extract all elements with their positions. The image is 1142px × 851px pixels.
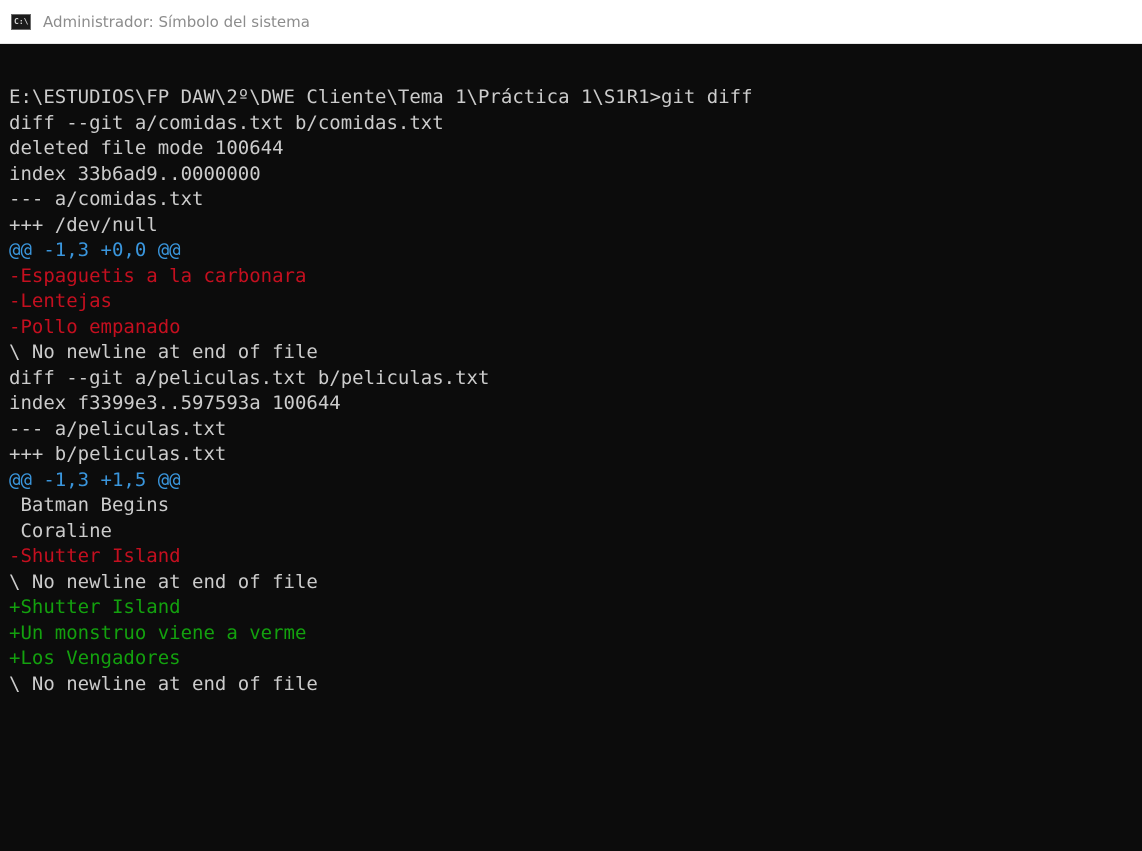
console-line: E:\ESTUDIOS\FP DAW\2º\DWE Cliente\Tema 1… <box>9 86 753 108</box>
console-line: -Pollo empanado <box>9 315 181 338</box>
cmd-window: C:\. Administrador: Símbolo del sistema … <box>0 0 1142 851</box>
console-line: @@ -1,3 +0,0 @@ <box>9 239 181 261</box>
console-line: -Shutter Island <box>9 545 181 567</box>
console-line: --- a/peliculas.txt <box>9 417 227 440</box>
console-line: Coraline <box>9 519 112 542</box>
console-line: diff --git a/comidas.txt b/comidas.txt <box>9 111 444 134</box>
console-line: index f3399e3..597593a 100644 <box>9 392 341 414</box>
console-line: deleted file mode 100644 <box>9 137 284 159</box>
window-title: Administrador: Símbolo del sistema <box>43 12 310 31</box>
cmd-icon[interactable]: C:\. <box>11 13 31 30</box>
console-line: Batman Begins <box>9 494 170 516</box>
console-line: \ No newline at end of file <box>9 570 318 593</box>
console-line: --- a/comidas.txt <box>9 188 204 210</box>
console-line: -Espaguetis a la carbonara <box>9 264 307 287</box>
console-line: +Un monstruo viene a verme <box>9 621 307 644</box>
console-line: @@ -1,3 +1,5 @@ <box>9 468 181 491</box>
console-output[interactable]: E:\ESTUDIOS\FP DAW\2º\DWE Cliente\Tema 1… <box>0 44 1142 851</box>
console-line: +++ /dev/null <box>9 213 158 236</box>
console-line: diff --git a/peliculas.txt b/peliculas.t… <box>9 366 490 389</box>
console-line: +Shutter Island <box>9 596 181 618</box>
console-line: \ No newline at end of file <box>9 341 318 363</box>
console-line: index 33b6ad9..0000000 <box>9 162 261 185</box>
console-line: +Los Vengadores <box>9 647 181 669</box>
title-bar[interactable]: C:\. Administrador: Símbolo del sistema <box>0 0 1142 44</box>
console-line: -Lentejas <box>9 290 112 312</box>
console-line: \ No newline at end of file <box>9 672 318 695</box>
console-line: +++ b/peliculas.txt <box>9 443 227 465</box>
